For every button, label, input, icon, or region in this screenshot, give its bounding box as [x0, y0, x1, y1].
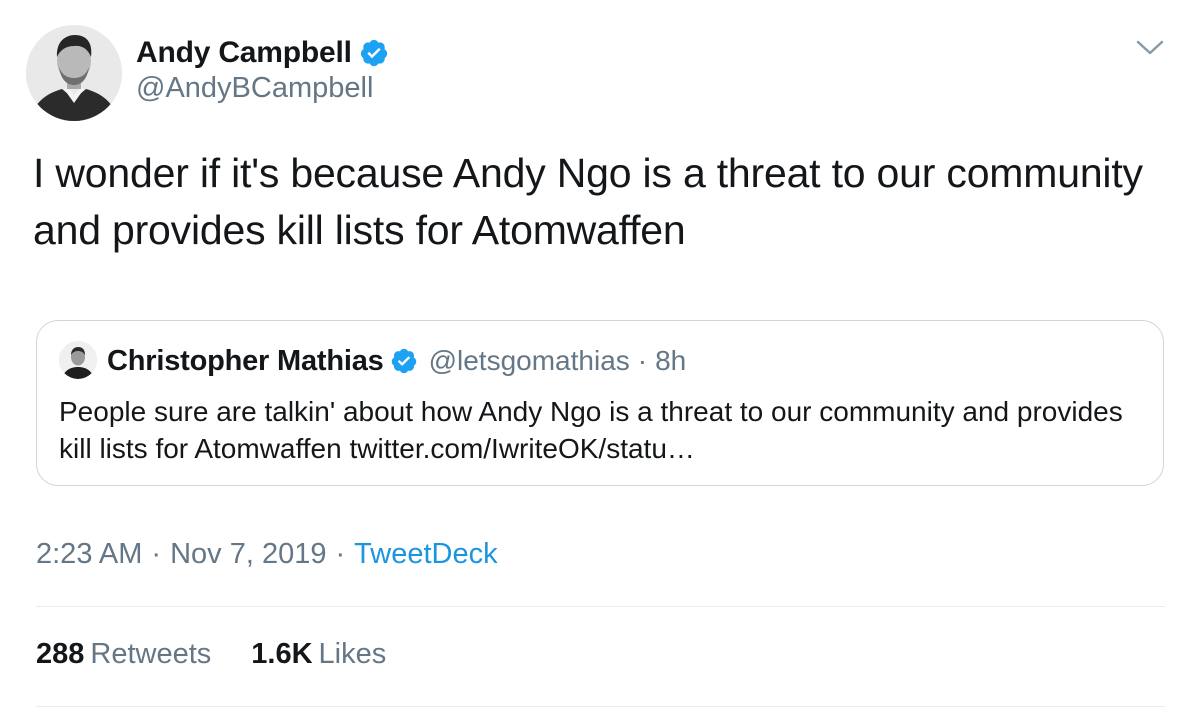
- tweet-stats: 288 Retweets 1.6K Likes: [36, 638, 426, 671]
- tweet-source-link[interactable]: TweetDeck: [354, 538, 497, 570]
- author-avatar[interactable]: [26, 25, 122, 121]
- divider: [36, 706, 1165, 707]
- tweet-meta: 2:23 AM · Nov 7, 2019 · TweetDeck: [36, 538, 498, 571]
- meta-separator: ·: [335, 538, 346, 570]
- likes-stat[interactable]: 1.6K Likes: [251, 638, 386, 671]
- likes-count: 1.6K: [251, 638, 313, 670]
- quoted-author-avatar[interactable]: [59, 341, 97, 379]
- quoted-separator: ·: [637, 345, 648, 376]
- verified-badge-icon: [360, 39, 387, 67]
- avatar-photo-icon: [26, 25, 122, 121]
- divider: [36, 606, 1165, 607]
- quoted-header: Christopher Mathias @letsgomathias · 8h: [107, 341, 686, 381]
- retweets-count: 288: [36, 638, 85, 670]
- tweet-card: Andy Campbell @AndyBCampbell I wonder if…: [0, 0, 1200, 716]
- retweets-label: Retweets: [90, 638, 212, 670]
- tweet-text: I wonder if it's because Andy Ngo is a t…: [33, 150, 1143, 253]
- quoted-tweet[interactable]: Christopher Mathias @letsgomathias · 8h …: [36, 320, 1164, 486]
- quoted-author-handle[interactable]: @letsgomathias: [429, 345, 630, 377]
- tweet-date[interactable]: Nov 7, 2019: [170, 538, 326, 570]
- author-name-row: Andy Campbell: [136, 31, 389, 75]
- quoted-author-name[interactable]: Christopher Mathias: [107, 345, 384, 378]
- likes-label: Likes: [318, 638, 387, 670]
- chevron-down-icon[interactable]: [1134, 34, 1166, 60]
- meta-separator: ·: [151, 538, 162, 570]
- author-handle[interactable]: @AndyBCampbell: [136, 72, 373, 105]
- retweets-stat[interactable]: 288 Retweets: [36, 638, 211, 671]
- quoted-tweet-text: People sure are talkin' about how Andy N…: [59, 396, 1123, 464]
- author-display-name[interactable]: Andy Campbell: [136, 36, 352, 70]
- tweet-time[interactable]: 2:23 AM: [36, 538, 142, 570]
- quoted-avatar-photo-icon: [59, 341, 97, 379]
- quoted-time[interactable]: 8h: [655, 345, 686, 377]
- verified-badge-icon: [391, 348, 416, 374]
